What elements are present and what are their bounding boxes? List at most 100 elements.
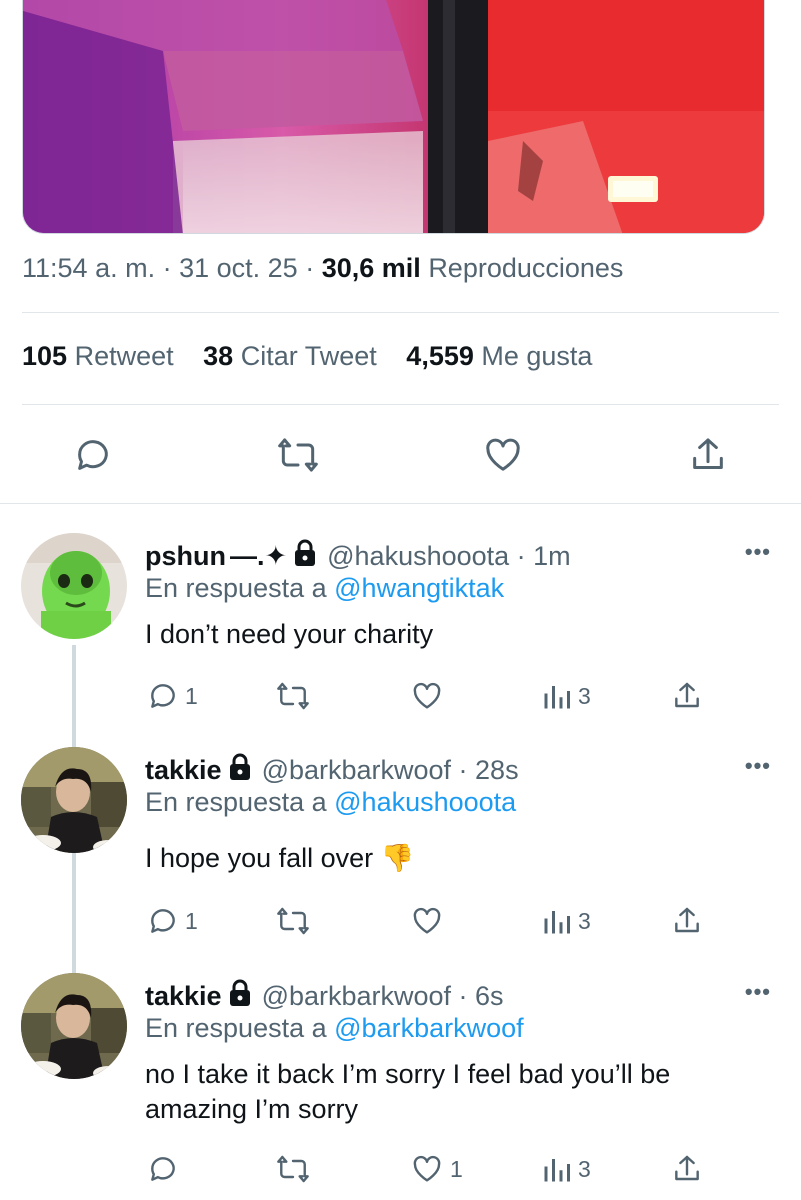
tweet-stats: 105 Retweet 38 Citar Tweet 4,559 Me gust…	[22, 341, 614, 372]
retweet-button[interactable]	[275, 901, 317, 941]
retweet-icon	[278, 438, 318, 472]
reply-author-name-decoration: —.✦	[230, 541, 288, 571]
avatar[interactable]	[21, 747, 127, 853]
share-button[interactable]	[671, 901, 703, 941]
retweets-label: Retweet	[74, 341, 174, 371]
share-button[interactable]	[671, 1149, 703, 1189]
reply-prefix: En respuesta a	[145, 1013, 327, 1043]
views-label[interactable]: Reproducciones	[428, 253, 623, 283]
lock-icon	[293, 539, 317, 574]
tweet-action-bar	[0, 430, 801, 480]
retweet-button[interactable]	[275, 676, 317, 716]
reply-context: En respuesta a @hwangtiktak	[145, 573, 504, 604]
quotes-count: 38	[203, 341, 234, 371]
divider	[22, 404, 779, 405]
share-button[interactable]	[683, 430, 733, 480]
separator: ·	[305, 253, 315, 283]
share-icon	[675, 682, 699, 708]
views-icon	[544, 1159, 570, 1182]
share-icon	[693, 438, 723, 469]
reply-mention-link[interactable]: @hakushooota	[334, 787, 516, 817]
like-button[interactable]	[410, 676, 450, 716]
share-button[interactable]	[671, 676, 703, 716]
reply-author-name[interactable]: takkie	[145, 981, 222, 1012]
reply-icon	[151, 684, 175, 708]
reply-prefix: En respuesta a	[145, 573, 327, 603]
retweet-icon	[277, 1155, 309, 1183]
share-icon	[675, 1155, 699, 1181]
tweet-meta: 11:54 a. m. · 31 oct. 25 · 30,6 mil Repr…	[22, 253, 623, 284]
reply-count: 1	[185, 682, 198, 709]
quotes-stat[interactable]: 38 Citar Tweet	[203, 341, 377, 371]
tweet-media-image[interactable]	[22, 0, 765, 234]
reply-tweet[interactable]: pshun —.✦ @hakushooota · 1m ••• En respu…	[0, 533, 801, 733]
reply-action-bar: 1 3	[0, 676, 801, 716]
reply-handle-time[interactable]: @barkbarkwoof · 28s	[262, 755, 519, 786]
like-icon	[413, 907, 441, 934]
lock-icon	[228, 753, 252, 788]
likes-count: 4,559	[406, 341, 474, 371]
reply-context: En respuesta a @hakushooota	[145, 787, 516, 818]
reply-text: I hope you fall over 👎	[145, 843, 415, 873]
reply-icon	[151, 1157, 175, 1181]
retweet-icon	[277, 907, 309, 935]
reply-icon	[151, 909, 175, 933]
retweet-icon	[277, 682, 309, 710]
more-icon[interactable]: •••	[745, 539, 771, 565]
avatar[interactable]	[21, 533, 127, 639]
like-button[interactable]: 1	[410, 1149, 463, 1189]
likes-label: Me gusta	[481, 341, 593, 371]
reply-button[interactable]: 1	[147, 676, 198, 716]
more-icon[interactable]: •••	[745, 979, 771, 1005]
reply-button[interactable]	[68, 430, 118, 480]
quotes-label: Citar Tweet	[240, 341, 377, 371]
tweet-time: 11:54 a. m.	[22, 253, 156, 283]
reply-action-bar: 1 3	[0, 901, 801, 941]
reply-button[interactable]	[147, 1149, 185, 1189]
views-icon	[544, 911, 570, 934]
retweets-count: 105	[22, 341, 68, 371]
reply-author-name[interactable]: pshun	[145, 541, 226, 572]
views-icon	[544, 686, 570, 709]
views-count: 3	[578, 1155, 591, 1182]
reply-tweet[interactable]: takkie @barkbarkwoof · 28s ••• En respue…	[0, 747, 801, 957]
like-button[interactable]	[478, 430, 528, 480]
like-icon	[413, 1155, 441, 1182]
like-icon	[486, 438, 520, 471]
tweet-date: 31 oct. 25	[179, 253, 298, 283]
retweet-button[interactable]	[273, 430, 323, 480]
reply-tweet[interactable]: takkie @barkbarkwoof · 6s ••• En respues…	[0, 973, 801, 1200]
reply-icon	[78, 440, 108, 470]
share-icon	[675, 907, 699, 933]
like-count: 1	[450, 1155, 463, 1182]
reply-action-bar: 1 3	[0, 1149, 801, 1189]
like-icon	[413, 682, 441, 709]
views-count: 30,6 mil	[321, 253, 421, 283]
views-count: 3	[578, 907, 591, 934]
reply-prefix: En respuesta a	[145, 787, 327, 817]
reply-mention-link[interactable]: @barkbarkwoof	[334, 1013, 524, 1043]
reply-count: 1	[185, 907, 198, 934]
retweet-button[interactable]	[275, 1149, 317, 1189]
views-button[interactable]: 3	[542, 901, 591, 941]
lock-icon	[228, 979, 252, 1014]
reply-text: no I take it back I’m sorry I feel bad y…	[145, 1059, 671, 1124]
like-button[interactable]	[410, 901, 450, 941]
reply-context: En respuesta a @barkbarkwoof	[145, 1013, 524, 1044]
views-button[interactable]: 3	[542, 676, 591, 716]
separator: ·	[162, 253, 172, 283]
reply-mention-link[interactable]: @hwangtiktak	[334, 573, 504, 603]
divider	[0, 503, 801, 504]
more-icon[interactable]: •••	[745, 753, 771, 779]
reply-button[interactable]: 1	[147, 901, 198, 941]
reply-author-name[interactable]: takkie	[145, 755, 222, 786]
views-count: 3	[578, 682, 591, 709]
divider	[22, 312, 779, 313]
avatar[interactable]	[21, 973, 127, 1079]
reply-text: I don’t need your charity	[145, 619, 434, 649]
reply-handle-time[interactable]: @barkbarkwoof · 6s	[262, 981, 504, 1012]
retweets-stat[interactable]: 105 Retweet	[22, 341, 174, 371]
likes-stat[interactable]: 4,559 Me gusta	[406, 341, 592, 371]
views-button[interactable]: 3	[542, 1149, 591, 1189]
reply-handle-time[interactable]: @hakushooota · 1m	[327, 541, 571, 572]
